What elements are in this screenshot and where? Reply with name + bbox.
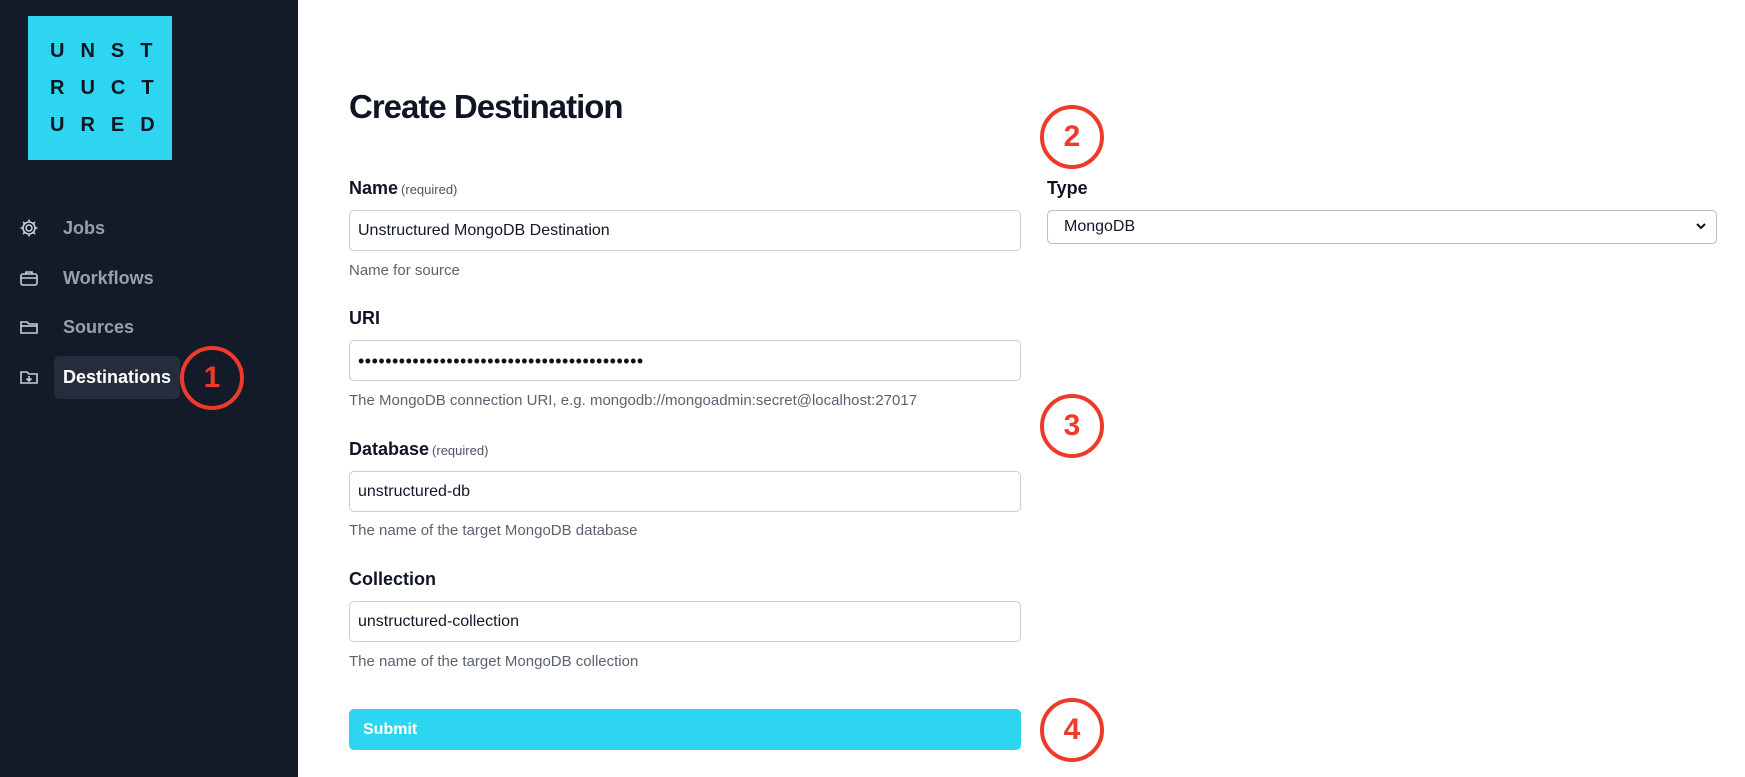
sidebar-item-label: Sources: [63, 316, 135, 337]
required-hint: (required): [401, 182, 458, 197]
sidebar-item-destinations[interactable]: Destinations: [18, 355, 181, 399]
name-field-value: Unstructured MongoDB Destination: [358, 221, 610, 239]
uri-help-text: The MongoDB connection URI, e.g. mongodb…: [349, 392, 918, 409]
logo-row: RUCT: [50, 76, 170, 99]
collection-field[interactable]: unstructured-collection: [349, 601, 1021, 642]
sidebar-item-label: Jobs: [63, 217, 106, 238]
name-label-text: Name: [349, 178, 399, 198]
uri-label: URI: [349, 308, 380, 328]
submit-button[interactable]: Submit: [349, 709, 1021, 750]
name-label: Name (required): [349, 178, 457, 199]
gear-icon: [18, 217, 40, 239]
name-field[interactable]: Unstructured MongoDB Destination: [349, 210, 1021, 251]
collection-label: Collection: [349, 569, 437, 589]
database-field-value: unstructured-db: [358, 482, 471, 500]
required-hint: (required): [432, 443, 489, 458]
collection-field-value: unstructured-collection: [358, 612, 519, 630]
folder-download-icon: [18, 366, 40, 388]
uri-field-value: ••••••••••••••••••••••••••••••••••••••••…: [358, 350, 644, 371]
annotation-marker-1: 1: [180, 346, 244, 410]
database-field[interactable]: unstructured-db: [349, 471, 1021, 512]
unstructured-logo[interactable]: UNST RUCT URED: [28, 16, 172, 160]
sidebar-item-label: Destinations: [54, 355, 181, 399]
database-label-text: Database: [349, 439, 430, 459]
database-help-text: The name of the target MongoDB database: [349, 522, 638, 539]
annotation-marker-3: 3: [1040, 394, 1104, 458]
page-title: Create Destination: [349, 88, 624, 125]
type-select-value: MongoDB: [1064, 218, 1136, 235]
annotation-marker-2: 2: [1040, 105, 1104, 169]
sidebar-item-jobs[interactable]: Jobs: [18, 206, 114, 250]
type-label: Type: [1047, 178, 1088, 198]
main-content: Create Destination Name (required) Unstru…: [298, 0, 1745, 777]
collection-help-text: The name of the target MongoDB collectio…: [349, 653, 639, 670]
chevron-down-icon: [1694, 219, 1708, 238]
sidebar: UNST RUCT URED Jobs Workflows Sources De…: [0, 0, 298, 777]
sidebar-item-label: Workflows: [63, 267, 154, 288]
logo-row: URED: [50, 113, 171, 136]
briefcase-icon: [18, 267, 40, 289]
type-select[interactable]: MongoDB: [1047, 210, 1717, 244]
logo-row: UNST: [50, 39, 169, 62]
folder-icon: [18, 316, 40, 338]
sidebar-item-workflows[interactable]: Workflows: [18, 256, 163, 300]
name-help-text: Name for source: [349, 262, 460, 279]
sidebar-item-sources[interactable]: Sources: [18, 305, 143, 349]
uri-field[interactable]: ••••••••••••••••••••••••••••••••••••••••…: [349, 340, 1021, 381]
annotation-marker-4: 4: [1040, 698, 1104, 762]
database-label: Database (required): [349, 439, 488, 460]
